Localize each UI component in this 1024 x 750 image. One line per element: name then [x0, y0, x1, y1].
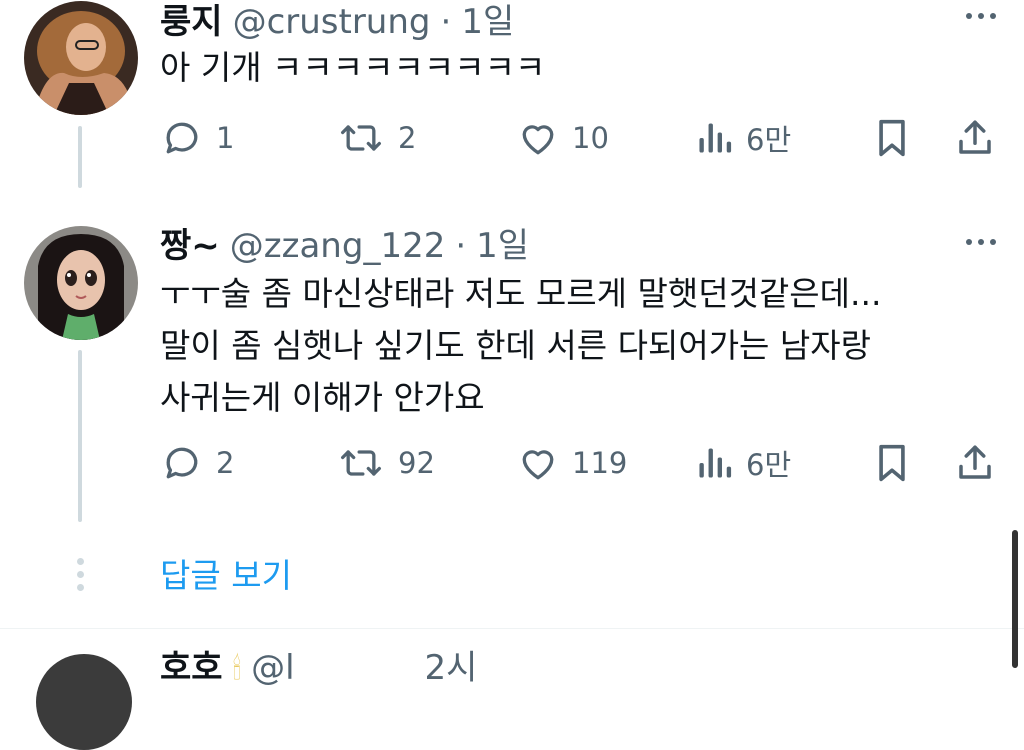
views-button[interactable]: 6만	[694, 441, 791, 485]
like-button[interactable]: 10	[516, 116, 609, 160]
retweet-icon	[341, 450, 381, 476]
reply-count: 2	[216, 446, 235, 480]
tweet-text-line: ㅜㅜ술 좀 마신상태라 저도 모르게 말햇던것같은데...	[160, 274, 882, 313]
tweet-header: 짱~ @zzang_122 · 1일	[160, 218, 529, 267]
retweet-button[interactable]: 92	[336, 441, 435, 485]
share-button[interactable]	[954, 441, 996, 489]
retweet-count: 2	[398, 121, 417, 155]
tweet-header: 룽지 @crustrung · 1일	[160, 0, 514, 43]
views-button[interactable]: 6만	[694, 116, 791, 160]
reply-icon	[166, 447, 198, 479]
like-button[interactable]: 119	[516, 441, 627, 485]
user-handle[interactable]: @l	[251, 648, 294, 688]
bookmark-icon	[879, 444, 905, 482]
reply-icon	[166, 122, 198, 154]
divider	[0, 628, 1024, 629]
scrollbar[interactable]	[1012, 530, 1018, 668]
tweet-text: 아 기개 ㅋㅋㅋㅋㅋㅋㅋㅋㅋ	[160, 45, 545, 91]
heart-icon	[522, 450, 554, 480]
share-icon	[959, 120, 991, 154]
reply-button[interactable]: 2	[160, 441, 234, 485]
analytics-icon	[699, 123, 732, 153]
like-count: 10	[572, 121, 609, 155]
retweet-button[interactable]: 2	[336, 116, 416, 160]
user-handle[interactable]: @crustrung	[233, 2, 431, 42]
avatar-image	[24, 1, 138, 115]
timestamp[interactable]: 1일	[461, 0, 514, 43]
timestamp[interactable]: 2시	[425, 640, 478, 689]
like-count: 119	[572, 446, 628, 480]
avatar[interactable]	[36, 654, 132, 750]
user-handle[interactable]: @zzang_122	[230, 226, 446, 266]
separator: ·	[455, 226, 467, 266]
candle-icon: 🕯	[232, 652, 242, 687]
tweet-header: 호호 🕯 @l 2시	[160, 640, 477, 689]
share-icon	[959, 445, 991, 479]
more-options-icon[interactable]	[966, 13, 996, 19]
retweet-icon	[341, 125, 381, 151]
bookmark-icon	[879, 119, 905, 157]
avatar[interactable]	[24, 1, 138, 115]
avatar-image	[24, 226, 138, 340]
bookmark-button[interactable]	[872, 441, 912, 489]
display-name[interactable]: 룽지	[160, 0, 223, 43]
display-name[interactable]: 짱~	[160, 218, 220, 267]
view-count: 6만	[746, 448, 792, 482]
heart-icon	[522, 125, 554, 155]
more-options-icon[interactable]	[966, 239, 996, 245]
analytics-icon	[699, 448, 732, 478]
tweet-text-line: 사귀는게 이해가 안가요	[160, 378, 485, 417]
timestamp[interactable]: 1일	[476, 218, 529, 267]
bookmark-button[interactable]	[872, 116, 912, 164]
separator: ·	[440, 2, 452, 42]
avatar[interactable]	[24, 226, 138, 340]
tweet-text-line: 아 기개 ㅋㅋㅋㅋㅋㅋㅋㅋㅋ	[160, 48, 546, 87]
tweet-text-line: 말이 좀 심햇나 싶기도 한데 서른 다되어가는 남자랑	[160, 326, 871, 365]
display-name[interactable]: 호호	[160, 640, 223, 689]
tweet-text: ㅜㅜ술 좀 마신상태라 저도 모르게 말햇던것같은데... 말이 좀 심햇나 싶…	[160, 268, 881, 424]
show-replies-link[interactable]: 답글 보기	[160, 549, 292, 597]
view-count: 6만	[746, 123, 792, 157]
thread-line	[78, 126, 82, 188]
thread-dots	[77, 558, 84, 597]
reply-count: 1	[216, 121, 235, 155]
share-button[interactable]	[954, 116, 996, 164]
retweet-count: 92	[398, 446, 435, 480]
thread-line	[78, 350, 82, 522]
reply-button[interactable]: 1	[160, 116, 234, 160]
